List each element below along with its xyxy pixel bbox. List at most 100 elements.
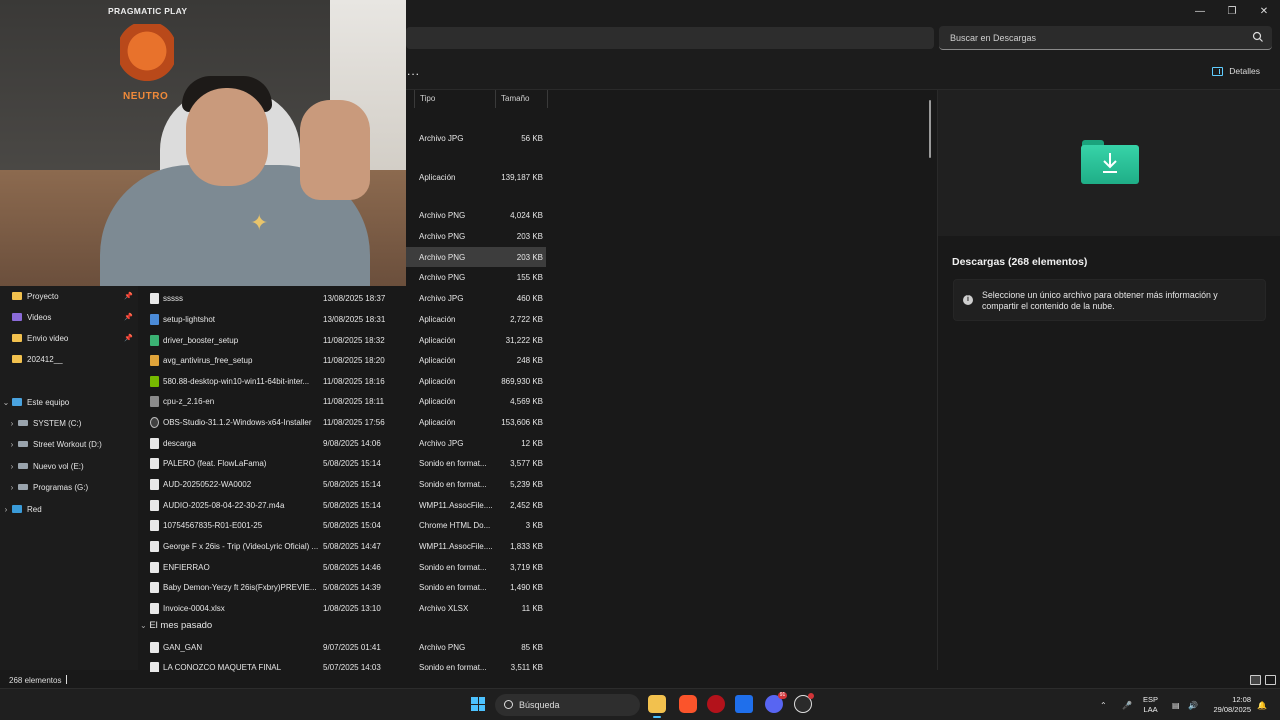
table-row[interactable]: cpu-z_2.16-en 11/08/2025 18:11 Aplicació… [140, 391, 546, 411]
sidebar-item-envio-video[interactable]: Envio video 📌 [0, 328, 138, 348]
folder-icon [12, 334, 22, 342]
file-type: Aplicación [419, 377, 456, 386]
audio-file-icon [150, 458, 159, 469]
table-row[interactable]: AUDIO-2025-08-04-22-30-27.m4a 5/08/2025 … [140, 495, 546, 515]
file-type: Sonido en format... [419, 663, 487, 672]
sidebar-item-drive-c[interactable]: › SYSTEM (C:) [0, 413, 138, 433]
sidebar-item-label: SYSTEM (C:) [33, 418, 82, 428]
preview-area [938, 90, 1280, 236]
volume-icon[interactable]: 🔊 [1188, 689, 1198, 720]
file-type: Aplicación [419, 418, 456, 427]
file-size: 12 KB [521, 439, 543, 448]
close-button[interactable]: ✕ [1248, 0, 1280, 22]
file-size: 139,187 KB [501, 173, 543, 182]
brave-browser-icon[interactable] [679, 695, 697, 713]
table-row[interactable]: 580.88-desktop-win10-win11-64bit-inter..… [140, 371, 546, 391]
chevron-right-icon[interactable]: › [0, 505, 12, 514]
file-type: Chrome HTML Do... [419, 521, 491, 530]
chevron-right-icon[interactable]: › [6, 483, 18, 492]
discord-icon[interactable]: 91 [765, 692, 787, 713]
scrollbar-thumb[interactable] [929, 100, 931, 158]
microphone-icon[interactable]: 🎤 [1122, 689, 1132, 720]
file-type: Sonido en format... [419, 459, 487, 468]
file-type: WMP11.AssocFile.... [419, 501, 493, 510]
item-count: 268 elementos [9, 676, 62, 685]
table-row[interactable]: descarga 9/08/2025 14:06 Archivo JPG 12 … [140, 433, 546, 453]
file-name: PALERO (feat. FlowLaFama) [163, 459, 267, 468]
sidebar-item-proyecto[interactable]: Proyecto 📌 [0, 286, 138, 306]
tiles-view-icon[interactable] [1265, 675, 1276, 685]
table-row[interactable]: Invoice-0004.xlsx 1/08/2025 13:10 Archiv… [140, 598, 546, 618]
file-date: 5/08/2025 14:46 [323, 563, 381, 572]
file-size: 2,452 KB [510, 501, 543, 510]
column-header-size[interactable]: Tamaño [495, 90, 548, 108]
column-header-type[interactable]: Tipo [414, 90, 494, 108]
notification-bell-icon[interactable]: 🔔 [1257, 689, 1267, 720]
webcam-logo-text: NEUTRO [123, 91, 169, 102]
windows-start-icon[interactable] [471, 697, 485, 711]
table-row[interactable]: 10754567835-R01-E001-25 5/08/2025 15:04 … [140, 515, 546, 535]
chevron-right-icon[interactable]: › [6, 419, 18, 428]
minimize-button[interactable]: — [1184, 0, 1216, 22]
webcam-brand-text: PRAGMATIC PLAY [108, 6, 188, 16]
drive-icon [18, 463, 28, 469]
file-size: 203 KB [516, 232, 543, 241]
chevron-down-icon[interactable]: ⌄ [0, 398, 12, 407]
search-placeholder: Buscar en Descargas [950, 33, 1037, 43]
file-type: Archivo PNG [419, 253, 466, 262]
file-name: driver_booster_setup [163, 336, 239, 345]
clock[interactable]: 12:08 29/08/2025 [1205, 695, 1251, 715]
sidebar-item-drive-g[interactable]: › Programas (G:) [0, 477, 138, 497]
status-divider [66, 675, 67, 684]
sidebar-item-drive-d[interactable]: › Street Workout (D:) [0, 434, 138, 454]
audio-file-icon [150, 562, 159, 573]
computer-icon [12, 398, 22, 406]
table-row[interactable]: driver_booster_setup 11/08/2025 18:32 Ap… [140, 330, 546, 350]
sidebar-item-label: Nuevo vol (E:) [33, 461, 84, 471]
sidebar-item-label: Envio video [27, 333, 69, 343]
notification-badge: 91 [778, 692, 787, 699]
more-options-button[interactable]: ... [407, 64, 420, 78]
app-icon-red[interactable] [707, 695, 725, 713]
defender-shield-icon[interactable] [735, 695, 753, 713]
sidebar-item-label: 202412__ [27, 354, 63, 364]
chevron-up-icon[interactable]: ⌃ [1100, 689, 1107, 720]
sidebar-item-red[interactable]: › Red [0, 499, 138, 519]
table-row[interactable]: ENFIERRAO 5/08/2025 14:46 Sonido en form… [140, 557, 546, 577]
details-view-icon[interactable] [1250, 675, 1261, 685]
file-date: 13/08/2025 18:37 [323, 294, 386, 303]
group-header-last-month[interactable]: ⌄ El mes pasado [140, 620, 212, 634]
app-icon-circle[interactable] [794, 693, 814, 713]
restore-button[interactable]: ❐ [1216, 0, 1248, 22]
table-row[interactable]: Baby Demon-Yerzy ft 26is(Fxbry)PREVIE...… [140, 577, 546, 597]
chevron-right-icon[interactable]: › [6, 440, 18, 449]
sidebar-item-este-equipo[interactable]: ⌄ Este equipo [0, 392, 138, 412]
file-date: 5/08/2025 15:14 [323, 459, 381, 468]
language-indicator[interactable]: ESP LAA [1143, 695, 1158, 715]
file-size: 248 KB [516, 356, 543, 365]
address-bar[interactable] [406, 27, 934, 49]
details-pane-button[interactable]: Detalles [1212, 66, 1260, 76]
file-explorer-icon[interactable] [648, 695, 666, 718]
taskbar-search[interactable]: Búsqueda [495, 694, 640, 716]
table-row[interactable]: setup-lightshot 13/08/2025 18:31 Aplicac… [140, 309, 546, 329]
file-size: 1,833 KB [510, 542, 543, 551]
table-row[interactable]: avg_antivirus_free_setup 11/08/2025 18:2… [140, 350, 546, 370]
sidebar-item-videos[interactable]: Videos 📌 [0, 307, 138, 327]
details-pane-icon [1212, 66, 1224, 76]
network-icon[interactable]: ▤ [1172, 689, 1180, 720]
table-row[interactable]: OBS-Studio-31.1.2-Windows-x64-Installer … [140, 412, 546, 432]
table-row[interactable]: GAN_GAN 9/07/2025 01:41 Archivo PNG 85 K… [140, 637, 546, 657]
table-row[interactable]: PALERO (feat. FlowLaFama) 5/08/2025 15:1… [140, 453, 546, 473]
app-file-icon [150, 376, 159, 387]
sidebar-item-drive-e[interactable]: › Nuevo vol (E:) [0, 456, 138, 476]
table-row[interactable]: sssss 13/08/2025 18:37 Archivo JPG 460 K… [140, 288, 546, 308]
audio-file-icon [150, 582, 159, 593]
taskbar: Búsqueda 91 ⌃ 🎤 ESP LAA ▤ 🔊 12:08 29/08/… [0, 688, 1280, 720]
chevron-right-icon[interactable]: › [6, 462, 18, 471]
table-row[interactable]: George F x 26is - Trip (VideoLyric Ofici… [140, 536, 546, 556]
search-input[interactable]: Buscar en Descargas [939, 26, 1272, 50]
file-date: 5/08/2025 14:47 [323, 542, 381, 551]
table-row[interactable]: AUD-20250522-WA0002 5/08/2025 15:14 Soni… [140, 474, 546, 494]
sidebar-item-202412[interactable]: 202412__ [0, 349, 138, 369]
